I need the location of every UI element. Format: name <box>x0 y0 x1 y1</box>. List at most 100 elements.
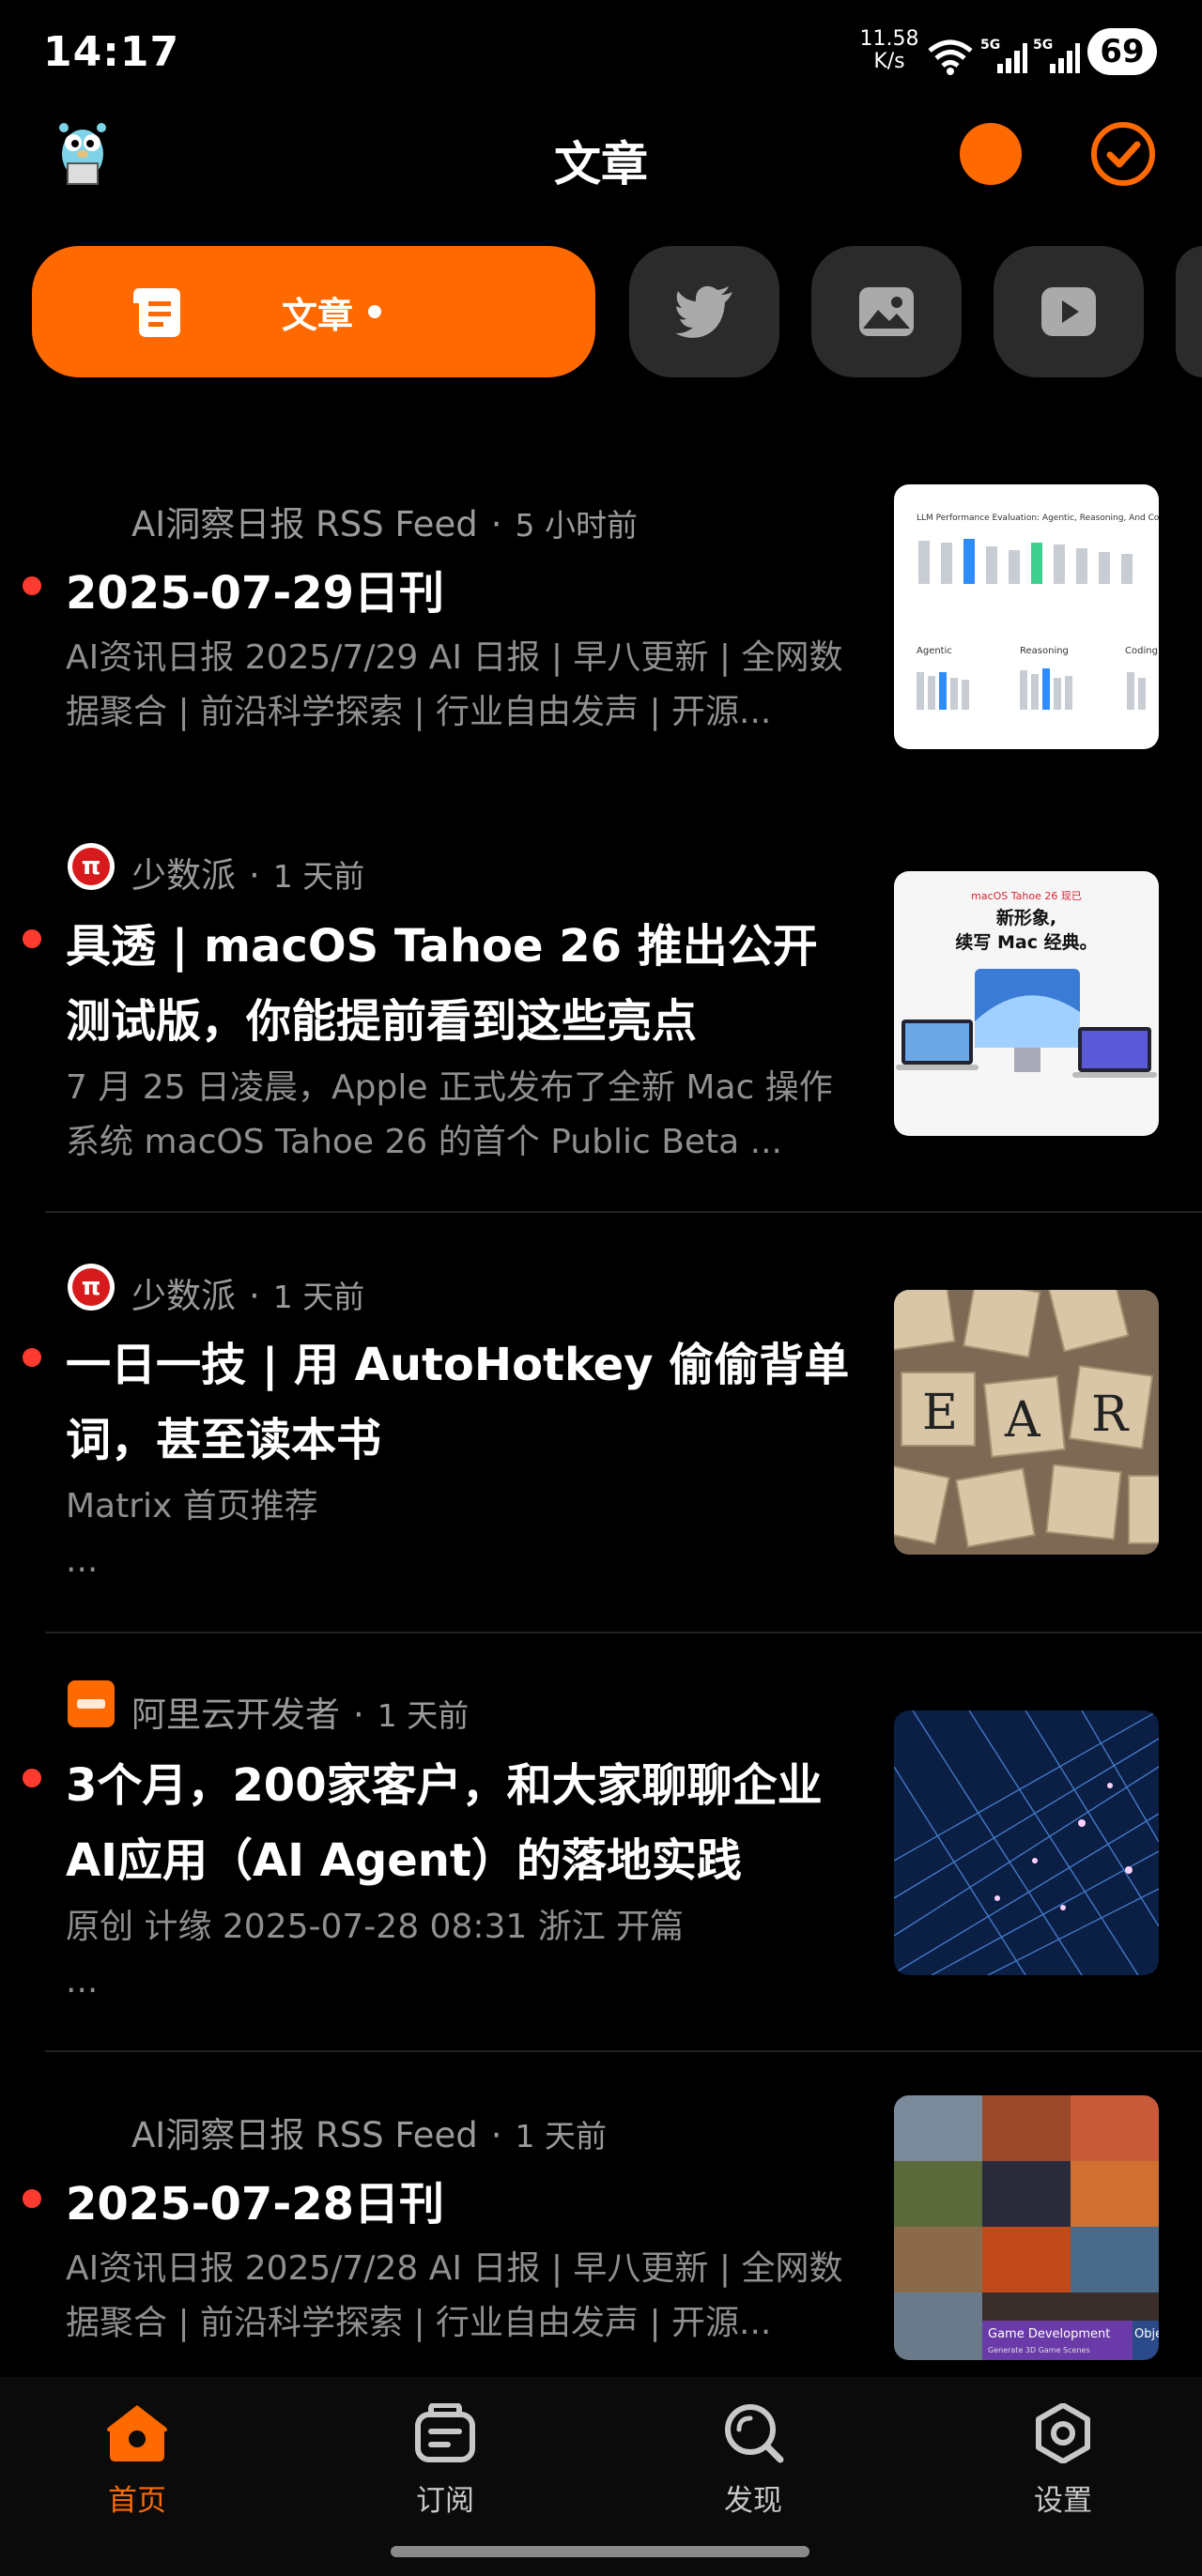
tab-active-dot <box>368 305 382 318</box>
article-source: 少数派 <box>131 1276 236 1316</box>
macos-thumbnail-image: macOS Tahoe 26 现已 新形象, 续写 Mac 经典。 <box>896 890 1157 1078</box>
article-source-row: AI洞察日报 RSS Feed · 1 天前 <box>131 2115 607 2155</box>
article-source: AI洞察日报 RSS Feed <box>131 2115 478 2155</box>
video-icon <box>1041 287 1096 336</box>
chart-thumbnail-image: LLM Performance Evaluation: Agentic, Rea… <box>917 514 1159 710</box>
article-title[interactable]: 具透 | macOS Tahoe 26 推出公开测试版，你能提前看到这些亮点 <box>66 909 855 1059</box>
article-title[interactable]: 一日一技 | 用 AutoHotkey 偷偷背单词，甚至读本书 <box>66 1327 855 1478</box>
scroll-icon <box>133 288 180 337</box>
svg-text:5G: 5G <box>1033 38 1053 53</box>
wifi-icon <box>928 39 973 75</box>
battery-indicator: 69 <box>1087 28 1157 75</box>
article-thumbnail[interactable]: Game Development Generate 3D Game Scenes… <box>894 2095 1159 2360</box>
settings-icon <box>1036 2403 1090 2463</box>
divider <box>45 2050 1202 2052</box>
unread-dot <box>23 576 41 595</box>
thumb-tile-r: R <box>1091 1387 1130 1443</box>
signal-5g-icon: 5G <box>980 38 1027 73</box>
sspai-logo-icon: π <box>68 843 115 890</box>
article-excerpt: AI资讯日报 2025/7/29 AI 日报 | 早八更新 | 全网数据聚合 |… <box>66 638 843 731</box>
article-excerpt-more: ... <box>66 1962 99 2001</box>
article-time: 1 天前 <box>272 858 365 895</box>
article-source: 少数派 <box>131 855 236 896</box>
network-grid-image <box>894 1710 1159 1975</box>
tab-articles-label: 文章 <box>282 294 354 336</box>
pi-icon: π <box>72 848 110 885</box>
mark-all-read-icon[interactable] <box>1089 120 1157 188</box>
article-excerpt: 7 月 25 日凌晨，Apple 正式发布了全新 Mac 操作系统 macOS … <box>66 1068 833 1161</box>
divider <box>45 1632 1202 1633</box>
signal-5g-icon-2: 5G <box>1033 38 1080 73</box>
nav-discover[interactable]: 发现 <box>659 2403 847 2519</box>
unread-dot <box>23 929 41 948</box>
page-title: 文章 <box>554 137 648 192</box>
article-source-row: 少数派 · 1 天前 <box>131 855 365 896</box>
article-source: AI洞察日报 RSS Feed <box>131 504 478 544</box>
image-icon <box>859 287 914 336</box>
aliyun-logo-icon <box>68 1680 115 1727</box>
article-time: 1 天前 <box>515 2118 607 2154</box>
thumb-mac-line2: 续写 Mac 经典。 <box>955 931 1097 953</box>
article-excerpt-more: ... <box>66 1541 99 1580</box>
scrabble-tiles-image: E A R <box>894 1290 1159 1548</box>
thumb-mac-line1: 新形象, <box>996 907 1056 928</box>
nav-settings-label: 设置 <box>1034 2484 1092 2518</box>
article-thumbnail[interactable]: E A R <box>894 1290 1159 1555</box>
nav-subscribe[interactable]: 订阅 <box>351 2403 539 2519</box>
divider <box>45 1211 1202 1213</box>
network-speed: 11.58 K/s <box>856 28 922 73</box>
thumb-tile-e: E <box>922 1385 958 1441</box>
network-speed-unit: K/s <box>873 50 905 73</box>
article-source-row: AI洞察日报 RSS Feed · 5 小时前 <box>131 504 638 544</box>
article-source-row: 少数派 · 1 天前 <box>131 1276 365 1316</box>
thumb-game-label2: Obje <box>1134 2327 1159 2341</box>
article-source: 阿里云开发者 <box>131 1694 340 1735</box>
article-thumbnail[interactable] <box>894 1710 1159 1975</box>
tab-videos[interactable] <box>994 246 1144 377</box>
home-icon <box>107 2405 167 2461</box>
thumb-chart-label-agentic: Agentic <box>917 646 952 656</box>
thumb-chart-title: LLM Performance Evaluation: Agentic, Rea… <box>917 514 1159 523</box>
article-excerpt: AI资讯日报 2025/7/28 AI 日报 | 早八更新 | 全网数据聚合 |… <box>66 2249 843 2342</box>
article-title[interactable]: 2025-07-28日刊 <box>66 2167 855 2242</box>
tab-more[interactable] <box>1176 246 1202 377</box>
svg-text:5G: 5G <box>980 38 1000 53</box>
article-title[interactable]: 3个月，200家客户，和大家聊聊企业AI应用（AI Agent）的落地实践 <box>66 1748 855 1898</box>
nav-home-label: 首页 <box>108 2484 166 2518</box>
article-excerpt: 原创 计缘 2025-07-28 08:31 浙江 开篇 <box>66 1908 685 1946</box>
unread-dot <box>23 2189 41 2208</box>
aliyun-mark-icon <box>77 1699 105 1709</box>
home-indicator[interactable] <box>391 2546 809 2557</box>
discover-icon <box>725 2404 784 2463</box>
thumb-game-label: Game Development <box>988 2327 1110 2341</box>
tab-twitter[interactable] <box>629 246 779 377</box>
subscribe-icon <box>415 2403 475 2462</box>
article-time: 1 天前 <box>272 1279 365 1315</box>
thumb-chart-label-reasoning: Reasoning <box>1020 646 1069 656</box>
status-time: 14:17 <box>43 28 180 76</box>
pi-icon: π <box>72 1268 110 1306</box>
article-thumbnail[interactable]: macOS Tahoe 26 现已 新形象, 续写 Mac 经典。 <box>894 871 1159 1136</box>
article-title[interactable]: 2025-07-29日刊 <box>66 556 855 631</box>
article-time: 1 天前 <box>377 1697 470 1734</box>
tab-images[interactable] <box>811 246 962 377</box>
thumb-tile-a: A <box>1004 1392 1041 1449</box>
nav-subscribe-label: 订阅 <box>416 2484 474 2518</box>
sspai-logo-icon: π <box>68 1264 115 1311</box>
nav-discover-label: 发现 <box>724 2484 782 2518</box>
nav-settings[interactable]: 设置 <box>969 2403 1157 2519</box>
thumb-game-sub: Generate 3D Game Scenes <box>988 2346 1090 2354</box>
network-speed-value: 11.58 <box>859 27 919 51</box>
avatar[interactable] <box>960 123 1022 185</box>
game-scenes-image: Game Development Generate 3D Game Scenes… <box>894 2095 1159 2360</box>
unread-dot <box>23 1769 41 1787</box>
twitter-icon <box>675 285 732 338</box>
nav-home[interactable]: 首页 <box>43 2403 231 2519</box>
article-excerpt: Matrix 首页推荐 <box>66 1487 318 1526</box>
thumb-chart-label-coding: Coding <box>1125 646 1158 656</box>
article-thumbnail[interactable]: LLM Performance Evaluation: Agentic, Rea… <box>894 484 1159 749</box>
tab-articles[interactable]: 文章 <box>32 246 595 377</box>
article-time: 5 小时前 <box>515 507 638 544</box>
article-source-row: 阿里云开发者 · 1 天前 <box>131 1694 470 1735</box>
unread-dot <box>23 1348 41 1367</box>
